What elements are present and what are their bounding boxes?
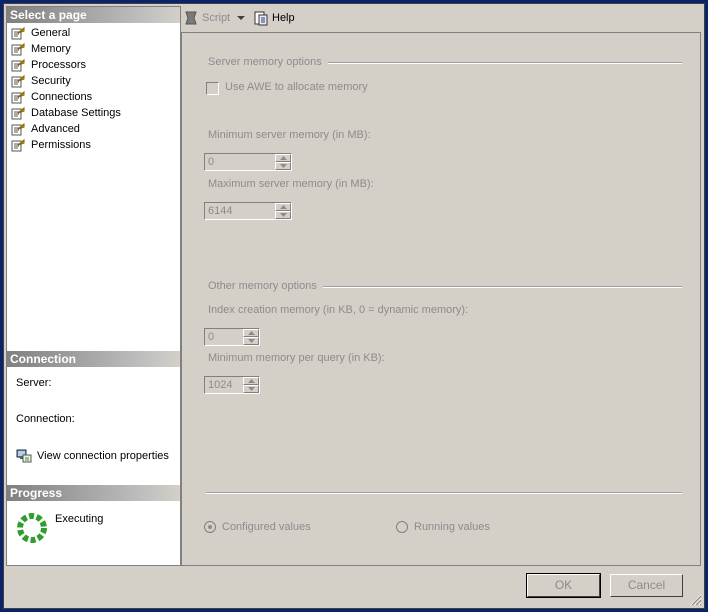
spin-up-icon[interactable]	[275, 154, 291, 162]
help-label: Help	[272, 12, 295, 25]
spin-down-icon[interactable]	[243, 337, 259, 345]
min-server-memory-label: Minimum server memory (in MB):	[208, 129, 371, 141]
page-item-label: Security	[31, 75, 71, 88]
running-values-label: Running values	[414, 521, 490, 533]
connection-header: Connection	[7, 351, 180, 367]
page-item-label: Connections	[31, 91, 93, 104]
progress-header: Progress	[7, 485, 180, 501]
page-item-label: General	[31, 27, 71, 40]
page-item-processors[interactable]: Processors	[11, 57, 86, 73]
index-creation-memory-value: 0	[208, 331, 215, 343]
max-server-memory-stepper[interactable]: 6144	[204, 202, 292, 220]
use-awe-label: Use AWE to allocate memory	[225, 81, 368, 93]
max-server-memory-label: Maximum server memory (in MB):	[208, 178, 374, 190]
spin-up-icon[interactable]	[243, 377, 259, 385]
group-divider	[312, 62, 682, 64]
spin-down-icon[interactable]	[275, 211, 291, 219]
page-icon	[11, 106, 25, 120]
script-button[interactable]: Script	[183, 10, 246, 26]
page-item-label: Database Settings	[31, 107, 121, 120]
help-button[interactable]: Help	[253, 10, 295, 26]
server-memory-options-title: Server memory options	[208, 56, 328, 68]
left-pane: Select a page General Memory Processors …	[6, 6, 181, 566]
ok-button[interactable]: OK	[526, 573, 601, 598]
min-memory-per-query-value: 1024	[208, 379, 233, 391]
min-server-memory-value: 0	[208, 156, 215, 168]
view-connection-properties-label: View connection properties	[37, 450, 169, 462]
stepper-arrows	[275, 154, 291, 170]
server-label: Server:	[16, 377, 52, 389]
cancel-button[interactable]: Cancel	[610, 574, 683, 597]
page-item-general[interactable]: General	[11, 25, 70, 41]
page-item-memory[interactable]: Memory	[11, 41, 71, 57]
page-item-connections[interactable]: Connections	[11, 89, 92, 105]
use-awe-checkbox[interactable]	[206, 82, 219, 95]
spin-up-icon[interactable]	[275, 203, 291, 211]
page-item-permissions[interactable]: Permissions	[11, 137, 91, 153]
page-item-database-settings[interactable]: Database Settings	[11, 105, 121, 121]
spinner-icon	[17, 513, 47, 543]
connection-properties-icon	[16, 449, 32, 463]
stepper-arrows	[243, 329, 259, 345]
index-creation-memory-label: Index creation memory (in KB, 0 = dynami…	[208, 304, 469, 316]
group-divider	[312, 286, 682, 288]
spin-down-icon[interactable]	[243, 385, 259, 393]
values-divider	[206, 492, 682, 494]
page-icon	[11, 74, 25, 88]
page-icon	[11, 26, 25, 40]
script-icon	[185, 11, 197, 25]
configured-values-radio[interactable]	[204, 521, 216, 533]
page-icon	[11, 90, 25, 104]
configured-values-label: Configured values	[222, 521, 311, 533]
running-values-radio[interactable]	[396, 521, 408, 533]
spin-up-icon[interactable]	[243, 329, 259, 337]
progress-status: Executing	[55, 513, 104, 525]
stepper-arrows	[275, 203, 291, 219]
server-properties-dialog: Select a page General Memory Processors …	[3, 3, 705, 609]
stepper-arrows	[243, 377, 259, 393]
memory-page-content: Server memory options Use AWE to allocat…	[181, 32, 701, 566]
page-icon	[11, 138, 25, 152]
min-memory-per-query-label: Minimum memory per query (in KB):	[208, 352, 385, 364]
chevron-down-icon	[237, 16, 246, 21]
min-memory-per-query-stepper[interactable]: 1024	[204, 376, 260, 394]
page-item-security[interactable]: Security	[11, 73, 71, 89]
script-label: Script	[202, 12, 231, 25]
page-item-label: Advanced	[31, 123, 80, 136]
select-page-header: Select a page	[7, 7, 180, 23]
max-server-memory-value: 6144	[208, 205, 233, 217]
toolbar: Script Help	[183, 6, 701, 30]
page-icon	[11, 122, 25, 136]
page-item-advanced[interactable]: Advanced	[11, 121, 80, 137]
view-connection-properties-link[interactable]: View connection properties	[16, 448, 169, 464]
resize-grip-icon[interactable]	[690, 594, 702, 606]
radio-dot	[208, 525, 212, 529]
min-server-memory-stepper[interactable]: 0	[204, 153, 292, 171]
connection-label: Connection:	[16, 413, 75, 425]
page-icon	[11, 58, 25, 72]
page-item-label: Processors	[31, 59, 87, 72]
page-icon	[11, 42, 25, 56]
other-memory-options-title: Other memory options	[208, 280, 323, 292]
help-icon	[254, 11, 268, 26]
page-item-label: Memory	[31, 43, 71, 56]
page-item-label: Permissions	[31, 139, 91, 152]
index-creation-memory-stepper[interactable]: 0	[204, 328, 260, 346]
spin-down-icon[interactable]	[275, 162, 291, 170]
